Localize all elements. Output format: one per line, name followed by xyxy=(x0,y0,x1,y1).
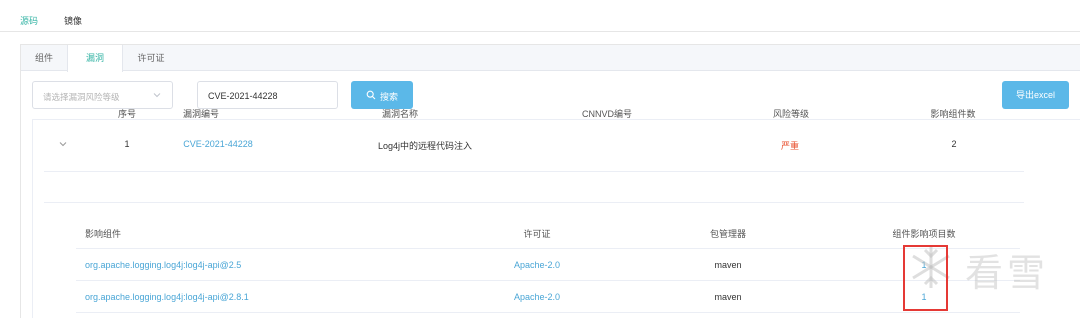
chevron-down-icon[interactable] xyxy=(58,139,68,149)
chevron-down-icon xyxy=(153,93,161,98)
header-component-count: 影响组件数 xyxy=(930,109,976,119)
highlight-box xyxy=(903,245,948,311)
row-index: 1 xyxy=(124,139,130,149)
sub-tab-bar: 组件 漏洞 许可证 xyxy=(21,45,1080,72)
sub-row-divider xyxy=(76,280,1020,281)
row-divider xyxy=(44,202,1024,203)
sub-row-divider xyxy=(76,312,1020,313)
export-excel-button[interactable]: 导出excel xyxy=(1002,81,1069,109)
license-link[interactable]: Apache-2.0 xyxy=(514,292,560,302)
risk-badge: 严重 xyxy=(780,141,800,151)
sub-header-divider xyxy=(76,248,1020,249)
top-tab-bar: 源码 镜像 xyxy=(0,0,1080,32)
search-button[interactable]: 搜索 xyxy=(351,81,413,109)
header-vuln-name: 漏洞名称 xyxy=(381,109,419,119)
header-divider xyxy=(44,171,1024,172)
vuln-name: Log4j中的远程代码注入 xyxy=(377,141,473,151)
package-manager: maven xyxy=(714,260,742,270)
header-cve-id: 漏洞编号 xyxy=(182,109,220,119)
component-link[interactable]: org.apache.logging.log4j:log4j-api@2.8.1 xyxy=(85,292,249,302)
package-manager: maven xyxy=(714,292,742,302)
risk-level-select[interactable]: 请选择漏洞风险等级 xyxy=(32,81,173,109)
search-icon xyxy=(366,90,376,100)
tab-source[interactable]: 源码 xyxy=(20,14,38,27)
tab-components[interactable]: 组件 xyxy=(21,45,67,71)
header-cnnvd-id: CNNVD编号 xyxy=(581,109,633,119)
cve-link[interactable]: CVE-2021-44228 xyxy=(183,139,253,149)
search-button-label: 搜索 xyxy=(380,92,399,102)
search-input[interactable]: CVE-2021-44228 xyxy=(197,81,338,109)
header-index: 序号 xyxy=(117,109,137,119)
watermark-text: 看雪 xyxy=(965,253,1050,295)
component-count: 2 xyxy=(951,139,957,149)
header-risk-level: 风险等级 xyxy=(772,109,810,119)
tab-image[interactable]: 镜像 xyxy=(64,14,82,27)
sub-header-license: 许可证 xyxy=(523,229,551,239)
tab-licenses[interactable]: 许可证 xyxy=(123,45,179,71)
sub-header-component: 影响组件 xyxy=(85,229,122,239)
license-link[interactable]: Apache-2.0 xyxy=(514,260,560,270)
tab-vulnerabilities[interactable]: 漏洞 xyxy=(67,45,123,72)
sub-header-package-manager: 包管理器 xyxy=(709,229,747,239)
risk-level-placeholder: 请选择漏洞风险等级 xyxy=(43,92,120,102)
component-link[interactable]: org.apache.logging.log4j:log4j-api@2.5 xyxy=(85,260,241,270)
search-input-value: CVE-2021-44228 xyxy=(208,91,278,101)
